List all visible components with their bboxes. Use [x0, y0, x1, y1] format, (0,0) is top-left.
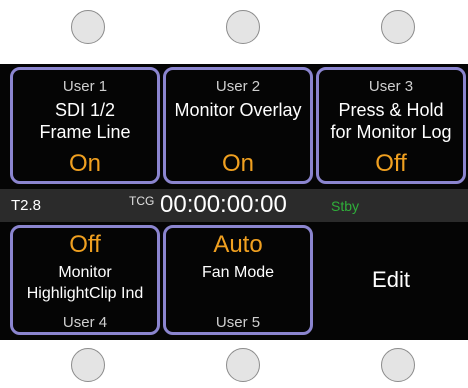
user4-line2: HighlightClip Ind [26, 285, 144, 302]
user1-line2: Frame Line [39, 122, 131, 142]
user3-value: Off [375, 150, 407, 177]
record-state: Stby [331, 198, 360, 214]
user1-name: User 1 [62, 78, 108, 95]
user4-tile[interactable]: Off Monitor HighlightClip Ind User 4 [10, 225, 160, 335]
user3-tile[interactable]: User 3 Press & Hold for Monitor Log Off [316, 67, 466, 184]
softkey-bottom-left[interactable] [71, 348, 105, 382]
user3-line1: Press & Hold [338, 100, 444, 120]
user3-name: User 3 [368, 78, 414, 95]
user2-value: On [221, 150, 254, 177]
softkey-bottom-center[interactable] [226, 348, 260, 382]
user1-tile[interactable]: User 1 SDI 1/2 Frame Line On [10, 67, 160, 184]
timecode-readout: 00:00:00:00 [160, 191, 287, 218]
user3-line2: for Monitor Log [330, 122, 452, 142]
user5-tile[interactable]: Auto Fan Mode User 5 [163, 225, 313, 335]
status-bar: T2.8 TCG 00:00:00:00 Stby [0, 189, 468, 222]
user4-value: Off [69, 231, 101, 258]
user5-value: Auto [213, 231, 263, 258]
softkey-top-right[interactable] [381, 10, 415, 44]
softkey-top-center[interactable] [226, 10, 260, 44]
user5-name: User 5 [215, 314, 261, 331]
softkey-top-left[interactable] [71, 10, 105, 44]
timecode-label: TCG [129, 194, 155, 208]
user2-tile[interactable]: User 2 Monitor Overlay On [163, 67, 313, 184]
user2-name: User 2 [215, 78, 261, 95]
user4-name: User 4 [62, 314, 108, 331]
user4-line1: Monitor [58, 264, 112, 281]
user1-value: On [68, 150, 101, 177]
edit-label: Edit [372, 267, 410, 292]
user5-line1: Fan Mode [201, 264, 275, 281]
softkey-bottom-right[interactable] [381, 348, 415, 382]
edit-button[interactable]: Edit [316, 225, 466, 335]
iris-readout: T2.8 [11, 197, 42, 214]
user2-line1: Monitor Overlay [174, 100, 302, 120]
user1-line1: SDI 1/2 [54, 100, 116, 120]
